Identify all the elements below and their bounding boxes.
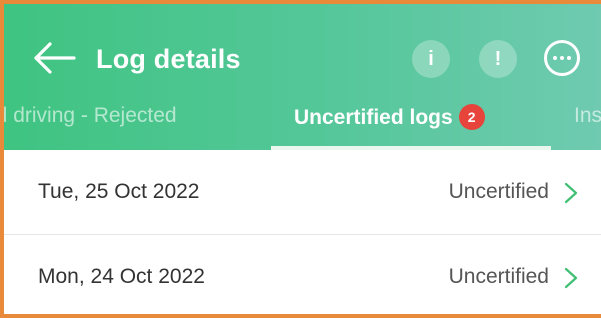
app-frame: Log details i ! ed driving - Rejected Un…	[0, 0, 601, 318]
log-status: Uncertified	[448, 180, 549, 203]
chevron-right-icon	[564, 182, 578, 204]
tab-rejected-driving[interactable]: ed driving - Rejected	[4, 104, 177, 128]
app-header: Log details i ! ed driving - Rejected Un…	[4, 4, 601, 150]
more-dot	[560, 56, 564, 60]
tab-next-partial[interactable]: Ins	[574, 104, 601, 128]
log-date: Tue, 25 Oct 2022	[38, 180, 200, 203]
log-row[interactable]: Tue, 25 Oct 2022 Uncertified	[4, 150, 601, 235]
tab-bar: ed driving - Rejected Uncertified logs 2 …	[4, 94, 601, 150]
info-icon[interactable]: i	[412, 40, 450, 78]
arrow-left-icon[interactable]	[34, 42, 76, 74]
alert-icon-glyph: !	[494, 47, 502, 70]
more-dot	[567, 56, 571, 60]
log-list: Tue, 25 Oct 2022 Uncertified Mon, 24 Oct…	[4, 150, 601, 314]
log-row[interactable]: Mon, 24 Oct 2022 Uncertified	[4, 235, 601, 314]
alert-icon[interactable]: !	[479, 40, 517, 78]
log-date: Mon, 24 Oct 2022	[38, 265, 205, 288]
log-status: Uncertified	[448, 265, 549, 288]
more-options-icon[interactable]	[544, 40, 580, 76]
page-title: Log details	[96, 44, 241, 74]
count-badge: 2	[458, 104, 485, 130]
chevron-right-icon	[564, 267, 578, 289]
more-dot	[553, 56, 557, 60]
tab-uncertified-label: Uncertified logs	[294, 106, 453, 129]
info-icon-glyph: i	[428, 47, 434, 70]
tab-uncertified-logs[interactable]: Uncertified logs 2	[294, 104, 485, 130]
